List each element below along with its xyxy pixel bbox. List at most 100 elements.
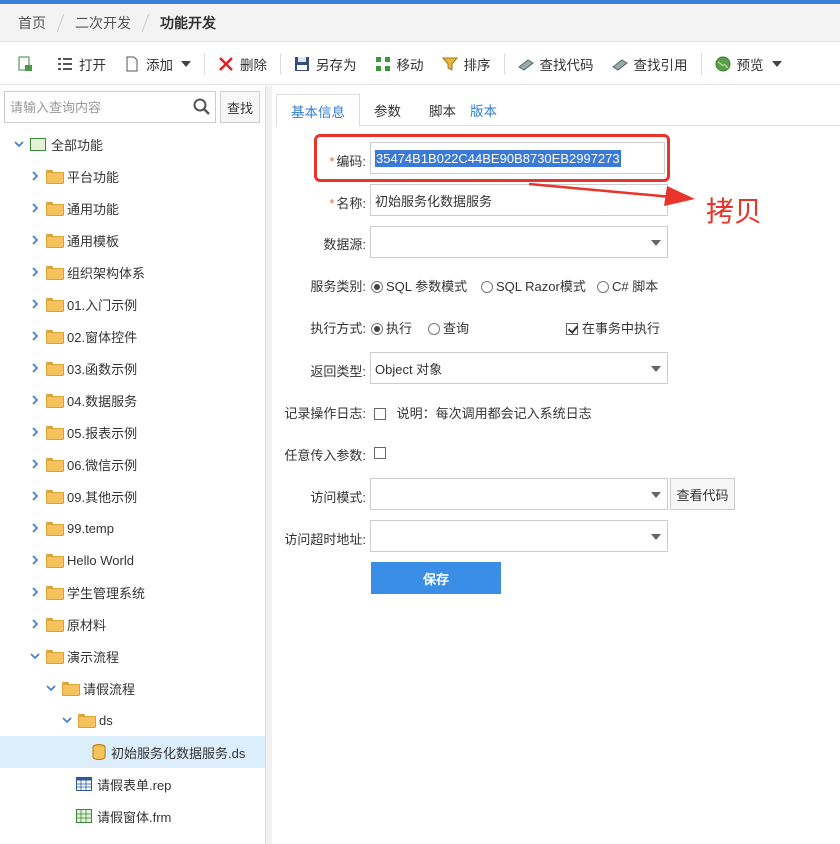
chevron-right-icon[interactable] (28, 361, 42, 375)
search-button[interactable]: 查找 (220, 91, 260, 123)
radio-query[interactable]: 查询 (428, 318, 469, 337)
tab-version[interactable]: 版本 (470, 94, 511, 126)
tree-node-folder[interactable]: 03.函数示例 (0, 352, 265, 384)
radio-sql-param[interactable]: SQL 参数模式 (371, 276, 467, 295)
chevron-right-icon[interactable] (28, 169, 42, 183)
radio-sql-razor[interactable]: SQL Razor模式 (481, 276, 586, 295)
tree-node-leave-flow[interactable]: 请假流程 (0, 672, 265, 704)
tree-node-folder[interactable]: 学生管理系统 (0, 576, 265, 608)
tree-node-folder[interactable]: 通用功能 (0, 192, 265, 224)
tree-node-folder[interactable]: 06.微信示例 (0, 448, 265, 480)
tree-node-label: 03.函数示例 (67, 361, 138, 377)
tab-basic-info[interactable]: 基本信息 (276, 94, 360, 127)
name-label: * 名称: (329, 196, 366, 211)
chevron-right-icon[interactable] (28, 521, 42, 535)
save-button[interactable]: 保存 (371, 562, 501, 594)
code-field[interactable]: 35474B1B022C44BE90B8730EB2997273 (370, 142, 665, 174)
radio-selected[interactable] (371, 281, 383, 293)
find-reference-button[interactable]: 查找引用 (603, 49, 697, 79)
folder-icon (46, 522, 64, 536)
chevron-right-icon[interactable] (28, 585, 42, 599)
checkbox-unchecked[interactable] (374, 408, 386, 420)
transaction-checkbox[interactable]: 在事务中执行 (566, 318, 660, 337)
tree-node-ds-file[interactable]: 初始服务化数据服务.ds (0, 736, 265, 768)
tree-node-folder[interactable]: 04.数据服务 (0, 384, 265, 416)
sort-button[interactable]: 排序 (433, 49, 500, 79)
tree-node-ds-folder[interactable]: ds (0, 704, 265, 736)
tree-node-folder[interactable]: 09.其他示例 (0, 480, 265, 512)
chevron-down-icon (771, 60, 782, 67)
tree-node-folder[interactable]: 01.入门示例 (0, 288, 265, 320)
find-code-button[interactable]: 查找代码 (509, 49, 603, 79)
radio-unselected[interactable] (428, 323, 440, 335)
tree-node-label: 04.数据服务 (67, 393, 138, 409)
save-as-button[interactable]: 另存为 (285, 49, 366, 79)
tree-node-root[interactable]: 全部功能 (0, 128, 265, 160)
breadcrumb-dev[interactable]: 二次开发 (75, 13, 131, 33)
move-button[interactable]: 移动 (366, 49, 433, 79)
chevron-right-icon[interactable] (28, 297, 42, 311)
tree-node-folder[interactable]: 05.报表示例 (0, 416, 265, 448)
chevron-down-icon[interactable] (12, 137, 26, 151)
checkbox-checked[interactable] (566, 323, 578, 335)
chevron-right-icon[interactable] (28, 457, 42, 471)
new-file-icon (17, 56, 33, 72)
tree-node-demo-flow[interactable]: 演示流程 (0, 640, 265, 672)
view-code-button[interactable]: 查看代码 (670, 478, 735, 510)
access-mode-select[interactable] (370, 478, 668, 510)
return-type-select[interactable]: Object 对象 (370, 352, 668, 384)
breadcrumb-home[interactable]: 首页 (18, 13, 46, 33)
chevron-right-icon[interactable] (28, 233, 42, 247)
chevron-right-icon[interactable] (28, 553, 42, 567)
tab-script[interactable]: 脚本 (415, 94, 470, 126)
tree-node-folder[interactable]: 02.窗体控件 (0, 320, 265, 352)
radio-unselected[interactable] (597, 281, 609, 293)
search-icon[interactable] (193, 98, 211, 116)
timeout-url-select[interactable] (370, 520, 668, 552)
datasource-select[interactable] (370, 226, 668, 258)
search-input[interactable] (10, 99, 190, 115)
chevron-down-icon[interactable] (28, 649, 42, 663)
checkbox-unchecked[interactable] (374, 447, 386, 459)
tree-node-folder[interactable]: 99.temp (0, 512, 265, 544)
chevron-right-icon[interactable] (28, 329, 42, 343)
code-value: 35474B1B022C44BE90B8730EB2997273 (375, 149, 621, 167)
delete-label: 删除 (240, 57, 267, 73)
folder-icon (46, 394, 64, 408)
any-param-checkbox[interactable] (374, 445, 390, 460)
chevron-right-icon[interactable] (28, 393, 42, 407)
breadcrumb-separator (56, 13, 65, 32)
chevron-down-icon (651, 366, 661, 372)
radio-unselected[interactable] (481, 281, 493, 293)
chevron-right-icon[interactable] (28, 425, 42, 439)
delete-button[interactable]: 删除 (209, 49, 276, 79)
chevron-right-icon[interactable] (28, 489, 42, 503)
chevron-right-icon[interactable] (28, 617, 42, 631)
radio-execute[interactable]: 执行 (371, 318, 412, 337)
chevron-down-icon[interactable] (60, 713, 74, 727)
preview-button[interactable]: 预览 (706, 49, 791, 79)
radio-selected[interactable] (371, 323, 383, 335)
chevron-down-icon[interactable] (44, 681, 58, 695)
tree-node-label: 原材料 (67, 617, 107, 633)
log-checkbox[interactable]: 说明：每次调用都会记入系统日志 (374, 403, 592, 422)
exec-mode-label: 执行方式: (310, 321, 366, 336)
new-button[interactable] (8, 49, 48, 79)
chevron-right-icon[interactable] (28, 201, 42, 215)
tree-node-frm-file[interactable]: 请假窗体.frm (0, 800, 265, 832)
grid-icon (30, 137, 46, 151)
open-label: 打开 (79, 57, 106, 73)
tree-node-folder[interactable]: 通用模板 (0, 224, 265, 256)
tree-node-folder[interactable]: 原材料 (0, 608, 265, 640)
radio-csharp-script[interactable]: C# 脚本 (597, 276, 658, 295)
tree-node-folder[interactable]: Hello World (0, 544, 265, 576)
tree-node-folder[interactable]: 组织架构体系 (0, 256, 265, 288)
add-button[interactable]: 添加 (115, 49, 200, 79)
toolbar-divider (700, 52, 702, 75)
tree-node-rep-file[interactable]: 请假表单.rep (0, 768, 265, 800)
chevron-right-icon[interactable] (28, 265, 42, 279)
tab-params[interactable]: 参数 (360, 94, 415, 126)
detail-panel: 基本信息 参数 脚本 版本 * 编码: 35474B1B022C44BE90B87… (272, 86, 840, 844)
open-button[interactable]: 打开 (48, 49, 115, 79)
tree-node-folder[interactable]: 平台功能 (0, 160, 265, 192)
